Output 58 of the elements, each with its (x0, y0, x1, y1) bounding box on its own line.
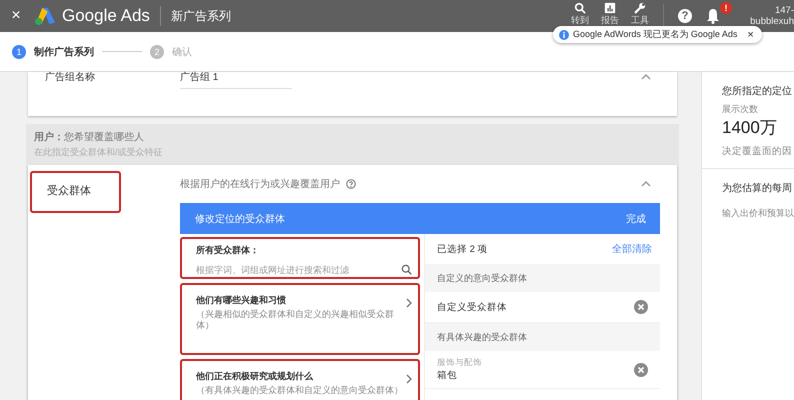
description: 根据用户的在线行为或兴趣覆盖用户 (180, 178, 340, 191)
info-icon (559, 30, 569, 40)
step-label: 制作广告系列 (34, 45, 94, 58)
step-number: 1 (12, 44, 26, 58)
step-label: 确认 (172, 46, 192, 58)
done-button[interactable]: 完成 (626, 212, 646, 226)
notifications-button[interactable] (706, 8, 720, 24)
help-icon[interactable] (346, 179, 356, 189)
section-title: 用户：您希望覆盖哪些人 (34, 130, 145, 144)
search-field[interactable]: 根据字词、词组或网址进行搜索和过滤 (182, 264, 418, 277)
group-heading: 自定义的意向受众群体 (437, 272, 527, 284)
help-button[interactable]: ? (678, 9, 692, 23)
account-name: bubblexuh (750, 16, 794, 27)
notification-badge: ! (720, 2, 732, 14)
toolbar-button[interactable]: 工具 (625, 2, 655, 24)
selected-count: 已选择 2 项 (437, 242, 488, 256)
category-item[interactable]: 他们正在积极研究或规划什么 （有具体兴趣的受众群体和自定义的意向受众群体） (180, 359, 420, 400)
category-subtitle: （兴趣相似的受众群体和自定义的兴趣相似受众群体） (196, 309, 395, 331)
ad-group-name-field[interactable]: 广告组 1 (180, 70, 292, 89)
toolbar-button[interactable]: 报告 (595, 2, 625, 24)
item-category: 服饰与配饰 (437, 357, 482, 369)
notice-text: Google AdWords 现已更名为 Google Ads (573, 28, 738, 41)
clear-all-link[interactable]: 全部清除 (612, 242, 652, 256)
panel-title: 为您估算的每周 (722, 182, 793, 195)
editor-title: 修改定位的受众群体 (195, 212, 285, 226)
panel-note: 决定覆盖面的因 (722, 145, 793, 158)
remove-icon[interactable] (634, 300, 648, 314)
step-number: 2 (150, 44, 164, 58)
metric-value: 1400万 (722, 117, 778, 139)
field-label: 广告组名称 (45, 70, 96, 84)
close-button[interactable]: × (747, 28, 754, 40)
category-item[interactable]: 他们有哪些兴趣和习惯 （兴趣相似的受众群体和自定义的兴趣相似受众群体） (180, 283, 420, 355)
search-icon (401, 264, 412, 275)
category-subtitle: （有具体兴趣的受众群体和自定义的意向受众群体） (196, 385, 404, 396)
logo-icon (34, 6, 56, 26)
group-heading: 有具体兴趣的受众群体 (437, 330, 527, 344)
panel-title: 您所指定的定位 (722, 84, 793, 98)
selected-item: 箱包 (437, 369, 458, 382)
search-icon (574, 2, 586, 14)
product-name: Google Ads (62, 6, 150, 26)
chevron-right-icon (406, 374, 412, 384)
chevron-up-icon[interactable] (641, 181, 651, 187)
chevron-up-icon[interactable] (641, 74, 651, 80)
metric-label: 展示次数 (722, 103, 759, 116)
bell-icon (706, 8, 720, 24)
selected-item: 自定义受众群体 (437, 300, 507, 314)
panel-note: 输入出价和预算以 (722, 207, 794, 220)
account-id: 147- (774, 5, 794, 16)
page-title: 新广告系列 (170, 8, 231, 24)
close-button[interactable]: × (8, 7, 24, 25)
toolbar-button[interactable]: 转到 (565, 2, 595, 24)
category-title: 他们有哪些兴趣和习惯 (196, 294, 287, 307)
audiences-label: 受众群体 (30, 171, 121, 213)
browse-title: 所有受众群体： (195, 244, 260, 257)
remove-icon[interactable] (634, 362, 648, 376)
category-title: 他们正在积极研究或规划什么 (196, 370, 314, 383)
chevron-right-icon (406, 298, 412, 308)
section-subtitle: 在此指定受众群体和/或受众特征 (34, 146, 164, 159)
